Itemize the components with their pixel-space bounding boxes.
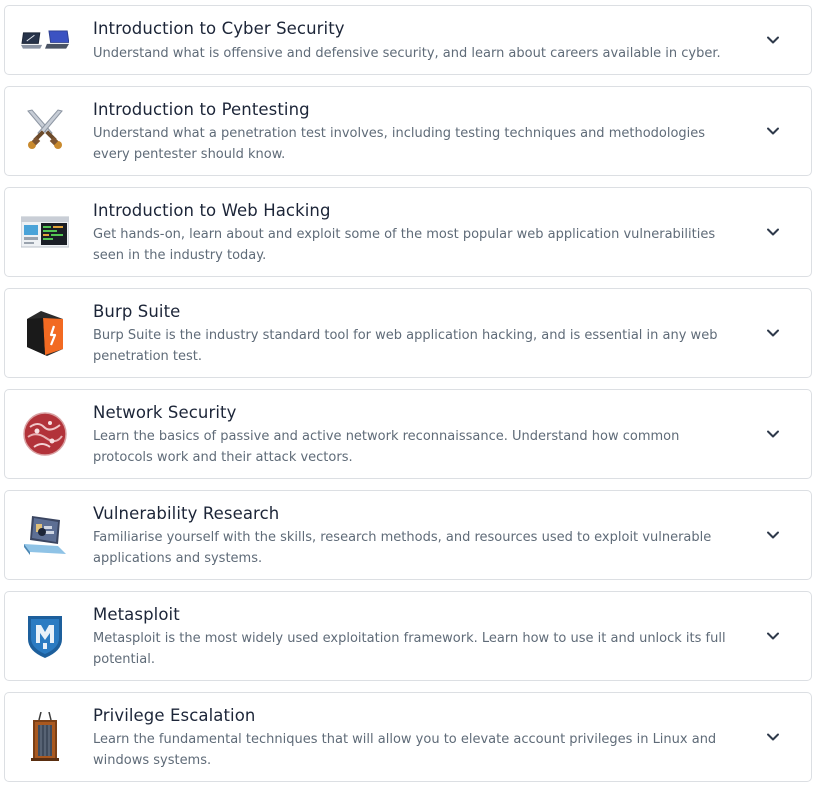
chevron-down-icon[interactable] [765, 628, 781, 644]
chevron-down-icon[interactable] [765, 32, 781, 48]
module-card-cyber-security[interactable]: Introduction to Cyber Security Understan… [4, 5, 812, 75]
chevron-down-icon[interactable] [765, 729, 781, 745]
module-title: Burp Suite [93, 302, 181, 321]
chevron-down-icon[interactable] [765, 123, 781, 139]
module-card-web-hacking[interactable]: Introduction to Web Hacking Get hands-on… [4, 187, 812, 277]
module-description: Burp Suite is the industry standard tool… [93, 328, 718, 364]
module-title: Introduction to Cyber Security [93, 19, 345, 38]
module-title: Introduction to Pentesting [93, 100, 310, 119]
module-description: Get hands-on, learn about and exploit so… [93, 227, 716, 263]
module-card-metasploit[interactable]: Metasploit Metasploit is the most widely… [4, 591, 812, 681]
crossed-swords-icon [21, 106, 69, 154]
module-card-vulnerability-research[interactable]: Vulnerability Research Familiarise yours… [4, 490, 812, 580]
module-title: Introduction to Web Hacking [93, 201, 331, 220]
chevron-down-icon[interactable] [765, 325, 781, 341]
module-description: Familiarise yourself with the skills, re… [93, 530, 712, 566]
module-description: Metasploit is the most widely used explo… [93, 631, 726, 667]
module-card-privilege-escalation[interactable]: Privilege Escalation Learn the fundament… [4, 692, 812, 782]
elevator-icon [21, 712, 69, 761]
module-description: Understand what a penetration test invol… [93, 126, 706, 162]
module-title: Network Security [93, 403, 237, 422]
module-description: Understand what is offensive and defensi… [93, 46, 721, 61]
module-card-burp-suite[interactable]: Burp Suite Burp Suite is the industry st… [4, 288, 812, 378]
module-title: Vulnerability Research [93, 504, 280, 523]
module-title: Privilege Escalation [93, 706, 256, 725]
module-description: Learn the fundamental techniques that wi… [93, 732, 717, 768]
burp-suite-icon [21, 309, 69, 357]
module-card-network-security[interactable]: Network Security Learn the basics of pas… [4, 389, 812, 479]
module-title: Metasploit [93, 605, 180, 624]
metasploit-shield-icon [21, 612, 69, 660]
chevron-down-icon[interactable] [765, 527, 781, 543]
laptops-icon [21, 17, 69, 65]
chevron-down-icon[interactable] [765, 224, 781, 240]
network-sphere-icon [21, 410, 69, 458]
module-card-pentesting[interactable]: Introduction to Pentesting Understand wh… [4, 86, 812, 176]
laptop-research-icon [21, 511, 69, 559]
chevron-down-icon[interactable] [765, 426, 781, 442]
module-description: Learn the basics of passive and active n… [93, 429, 680, 465]
web-browser-code-icon [21, 208, 69, 256]
